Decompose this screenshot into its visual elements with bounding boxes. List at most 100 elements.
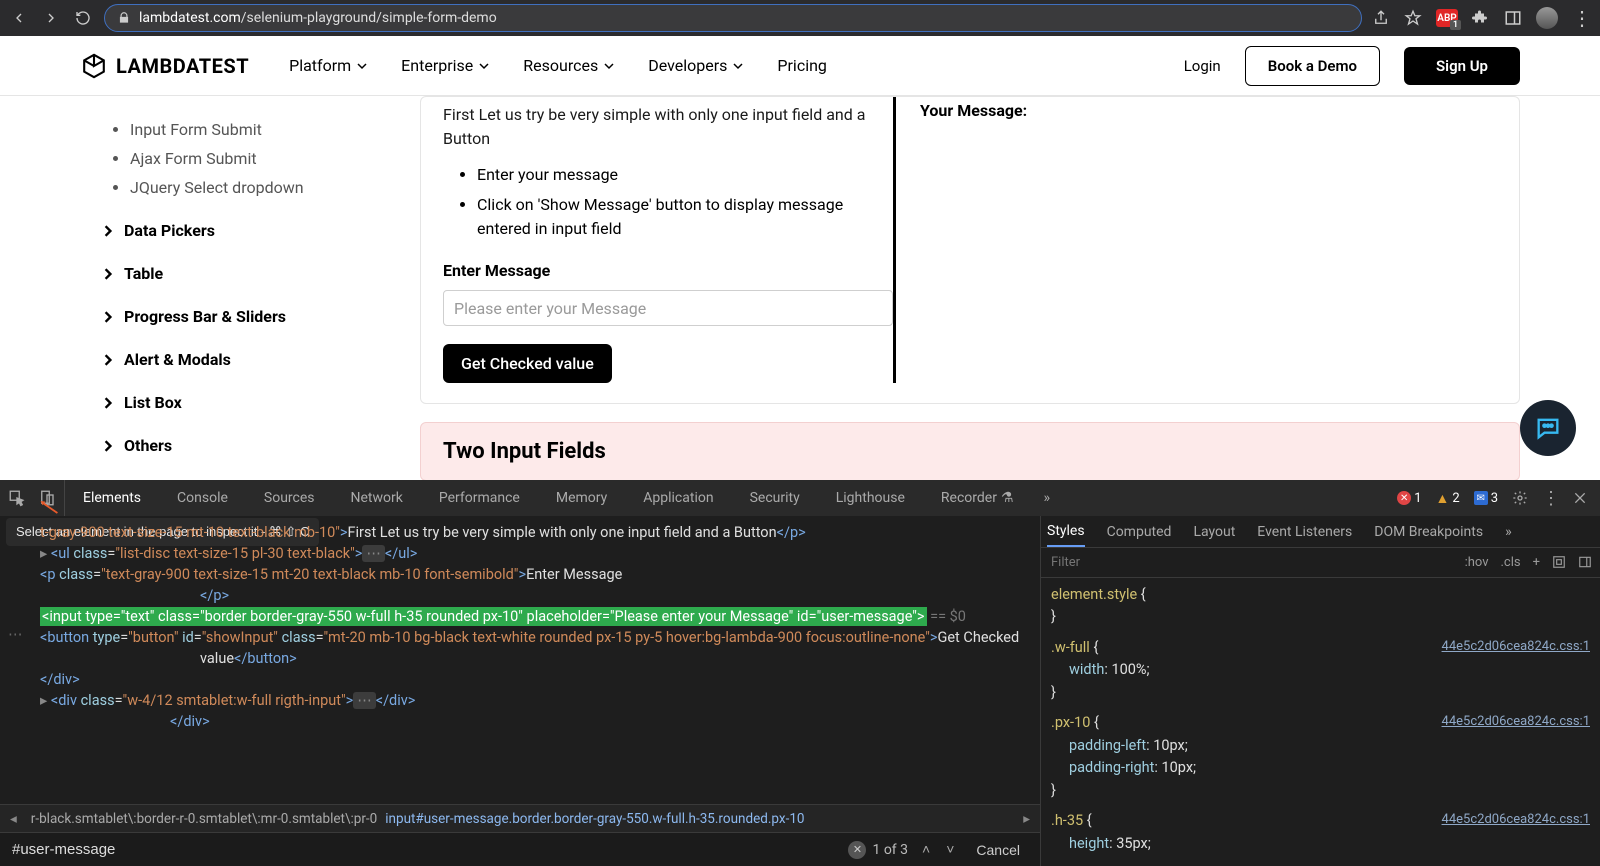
logo-text: LAMBDATEST (116, 54, 249, 78)
bullet: Enter your message (477, 163, 893, 187)
breadcrumb-item-selected[interactable]: input#user-message.border.border-gray-55… (385, 811, 804, 827)
error-icon: ✕ (1397, 491, 1411, 505)
extensions-icon[interactable] (1472, 9, 1490, 27)
styles-tab-layout[interactable]: Layout (1193, 516, 1235, 547)
sidebar-group-progress[interactable]: Progress Bar & Sliders (102, 307, 390, 326)
styles-rules[interactable]: element.style {} 44e5c2d06cea824c.css:1.… (1041, 578, 1600, 866)
chevron-right-icon (102, 440, 114, 452)
chevron-right-icon (102, 311, 114, 323)
avatar[interactable] (1536, 7, 1558, 29)
breadcrumb-item[interactable]: r-black.smtablet\:border-r-0.smtablet\:m… (31, 811, 377, 827)
star-icon[interactable] (1404, 9, 1422, 27)
sidebar-item[interactable]: Ajax Form Submit (130, 149, 390, 168)
nav-enterprise[interactable]: Enterprise (401, 56, 489, 75)
sidebar-group-table[interactable]: Table (102, 264, 390, 283)
arrow-annotation-icon (40, 498, 58, 516)
devtools-tab-elements[interactable]: Elements (65, 480, 159, 516)
login-link[interactable]: Login (1184, 57, 1221, 75)
chevron-down-icon (733, 61, 743, 71)
devtools-tab-security[interactable]: Security (732, 480, 818, 516)
back-button[interactable] (8, 7, 30, 29)
cls-toggle[interactable]: .cls (1501, 555, 1521, 570)
sidebar-group-alert[interactable]: Alert & Modals (102, 350, 390, 369)
warning-count[interactable]: ▲2 (1436, 490, 1460, 507)
devtools-tab-network[interactable]: Network (333, 480, 421, 516)
css-rule: 44e5c2d06cea824c.css:1.h-35 {height: 35p… (1051, 810, 1590, 855)
close-icon[interactable] (1572, 490, 1588, 506)
crumb-prev-icon[interactable]: ◂ (4, 811, 23, 827)
devtools-tab-recorder[interactable]: Recorder⚗ (923, 480, 1032, 516)
sidebar-group-data-pickers[interactable]: Data Pickers (102, 221, 390, 240)
devtools-menu-icon[interactable]: ⋮ (1542, 490, 1558, 506)
nav-developers[interactable]: Developers (648, 56, 743, 75)
two-input-title: Two Input Fields (443, 439, 1497, 464)
styles-filter-input[interactable] (1041, 548, 1457, 577)
css-rule: 44e5c2d06cea824c.css:1.w-full {width: 10… (1051, 637, 1590, 704)
styles-tab-computed[interactable]: Computed (1107, 516, 1172, 547)
reload-button[interactable] (72, 7, 94, 29)
info-icon: ✉ (1474, 491, 1488, 505)
abp-extension-icon[interactable]: ABP1 (1436, 9, 1458, 27)
computed-toggle-icon[interactable] (1552, 555, 1566, 569)
devtools-tab-sources[interactable]: Sources (246, 480, 333, 516)
devtools-tab-performance[interactable]: Performance (421, 480, 538, 516)
forward-button[interactable] (40, 7, 62, 29)
breadcrumbs[interactable]: ◂ r-black.smtablet\:border-r-0.smtablet\… (0, 804, 1040, 832)
elements-panel: ⋯ t-gray-900 text-size-15 mt-10 text-bla… (0, 516, 1040, 866)
logo-icon (80, 52, 108, 80)
crumb-next-icon[interactable]: ▸ (1017, 811, 1036, 827)
panel-icon[interactable] (1504, 9, 1522, 27)
css-rule: element.style {} (1051, 584, 1590, 629)
nav-resources[interactable]: Resources (523, 56, 614, 75)
chevron-right-icon (102, 397, 114, 409)
nav-platform[interactable]: Platform (289, 56, 367, 75)
sidebar-toggle-icon[interactable] (1578, 555, 1592, 569)
book-demo-button[interactable]: Book a Demo (1245, 46, 1380, 86)
css-rule: 44e5c2d06cea824c.css:1.px-10 {padding-le… (1051, 712, 1590, 802)
site-logo[interactable]: LAMBDATEST (80, 52, 249, 80)
sidebar-item[interactable]: Input Form Submit (130, 120, 390, 139)
your-message-label: Your Message: (920, 101, 1497, 120)
get-checked-value-button[interactable]: Get Checked value (443, 344, 612, 383)
chevron-down-icon (479, 61, 489, 71)
devtools-tab-application[interactable]: Application (625, 480, 731, 516)
share-icon[interactable] (1372, 9, 1390, 27)
styles-tabs-overflow-icon[interactable]: » (1505, 516, 1512, 547)
styles-tab-dombreakpoints[interactable]: DOM Breakpoints (1374, 516, 1483, 547)
sidebar-group-others[interactable]: Others (102, 436, 390, 455)
devtools-tab-memory[interactable]: Memory (538, 480, 625, 516)
styles-tab-styles[interactable]: Styles (1047, 516, 1085, 547)
tabs-overflow-icon[interactable]: » (1032, 490, 1063, 506)
devtools-tab-lighthouse[interactable]: Lighthouse (818, 480, 923, 516)
info-count[interactable]: ✉3 (1474, 491, 1498, 506)
inspect-icon[interactable] (8, 489, 26, 507)
flask-icon: ⚗ (1001, 490, 1014, 506)
two-input-panel: Two Input Fields (420, 422, 1520, 481)
new-rule-button[interactable]: + (1533, 555, 1540, 570)
styles-tab-eventlisteners[interactable]: Event Listeners (1257, 516, 1352, 547)
find-prev-button[interactable]: ˄ (920, 841, 932, 858)
chat-fab[interactable] (1520, 400, 1576, 456)
selected-dom-line[interactable]: <input type="text" class="border border-… (40, 607, 927, 626)
address-bar[interactable]: lambdatest.com/selenium-playground/simpl… (104, 4, 1362, 32)
error-count[interactable]: ✕1 (1397, 491, 1421, 506)
devtools-tab-console[interactable]: Console (159, 480, 246, 516)
gutter-dots-icon: ⋯ (8, 624, 23, 645)
hov-toggle[interactable]: :hov (1465, 555, 1489, 570)
find-cancel-button[interactable]: Cancel (968, 842, 1028, 858)
dom-tree[interactable]: ⋯ t-gray-900 text-size-15 mt-10 text-bla… (0, 516, 1040, 804)
find-input[interactable] (12, 838, 836, 862)
clear-icon[interactable]: ✕ (848, 841, 866, 859)
browser-menu-icon[interactable]: ⋮ (1572, 8, 1592, 28)
enter-message-label: Enter Message (443, 261, 893, 280)
signup-button[interactable]: Sign Up (1404, 47, 1520, 85)
message-input[interactable] (443, 290, 893, 326)
sidebar: Input Form Submit Ajax Form Submit JQuer… (80, 96, 390, 480)
settings-icon[interactable] (1512, 490, 1528, 506)
sidebar-group-listbox[interactable]: List Box (102, 393, 390, 412)
chevron-right-icon (102, 268, 114, 280)
sidebar-item[interactable]: JQuery Select dropdown (130, 178, 390, 197)
nav-pricing[interactable]: Pricing (777, 56, 827, 75)
chevron-right-icon (102, 354, 114, 366)
find-next-button[interactable]: ˅ (944, 841, 956, 858)
